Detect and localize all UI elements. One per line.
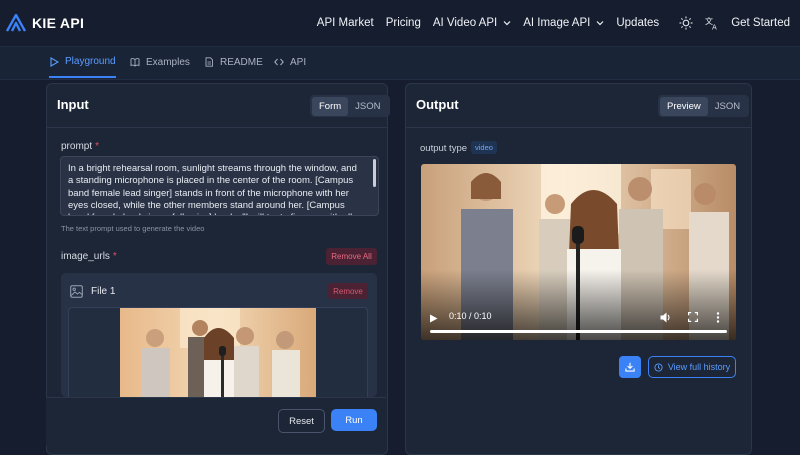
play-icon xyxy=(50,56,59,67)
nav-api-market[interactable]: API Market xyxy=(317,17,374,29)
volume-icon[interactable] xyxy=(660,312,672,323)
output-title: Output xyxy=(416,97,459,112)
output-type-badge: video xyxy=(471,141,497,154)
tab-readme-label: README xyxy=(220,56,263,68)
chevron-down-icon xyxy=(503,21,511,26)
nav-ai-image-api[interactable]: AI Image API xyxy=(523,17,604,29)
more-vertical-icon[interactable] xyxy=(716,312,720,323)
prompt-help-text: The text prompt used to generate the vid… xyxy=(61,224,205,233)
form-toggle-button[interactable]: Form xyxy=(312,96,349,116)
prompt-scrollbar[interactable] xyxy=(373,159,376,187)
document-icon xyxy=(205,57,213,67)
tab-api[interactable]: API xyxy=(274,47,306,77)
code-icon xyxy=(274,58,284,66)
kie-logo-icon xyxy=(6,14,26,32)
tab-examples[interactable]: Examples xyxy=(130,47,190,77)
prompt-text: In a bright rehearsal room, sunlight str… xyxy=(68,163,357,215)
nav-updates[interactable]: Updates xyxy=(616,17,659,29)
image-icon xyxy=(70,285,83,298)
download-icon xyxy=(625,362,635,372)
logo[interactable]: KIE API xyxy=(6,14,84,32)
translate-icon[interactable]: 文 A xyxy=(705,16,719,30)
view-full-history-label: View full history xyxy=(667,362,731,372)
nav-pricing[interactable]: Pricing xyxy=(386,17,421,29)
history-icon xyxy=(654,362,663,372)
chevron-down-icon xyxy=(596,21,604,26)
tab-api-label: API xyxy=(290,56,307,68)
fullscreen-icon[interactable] xyxy=(688,312,698,322)
tab-examples-label: Examples xyxy=(146,56,190,68)
input-view-toggle: Form JSON xyxy=(310,95,390,117)
nav-ai-video-api-label: AI Video API xyxy=(432,17,498,29)
remove-all-button[interactable]: Remove All xyxy=(326,248,377,265)
view-full-history-button[interactable]: View full history xyxy=(648,356,736,378)
nav-ai-video-api[interactable]: AI Video API xyxy=(433,17,511,29)
required-mark: * xyxy=(95,141,100,152)
prompt-label: prompt * xyxy=(61,141,99,152)
uploaded-image-thumbnail xyxy=(120,308,316,397)
download-button[interactable] xyxy=(619,356,641,378)
file-title: File 1 xyxy=(91,286,116,297)
video-player[interactable]: 0:10 / 0:10 xyxy=(421,164,736,340)
required-mark: * xyxy=(112,251,117,262)
sun-icon[interactable] xyxy=(679,16,693,30)
remove-file-button[interactable]: Remove xyxy=(328,283,368,299)
output-panel-header: Output Preview JSON xyxy=(406,84,751,128)
video-controls: 0:10 / 0:10 xyxy=(421,306,736,340)
json-toggle-button[interactable]: JSON xyxy=(708,97,747,116)
tab-readme[interactable]: README xyxy=(204,47,263,77)
video-progress-bar[interactable] xyxy=(430,330,727,333)
get-started-link[interactable]: Get Started xyxy=(731,17,790,29)
svg-text:A: A xyxy=(712,24,717,31)
file-card: File 1 Remove xyxy=(61,273,377,397)
tab-playground[interactable]: Playground xyxy=(49,47,116,78)
input-title: Input xyxy=(57,97,89,112)
image-urls-label-text: image_urls xyxy=(61,251,110,262)
run-button[interactable]: Run xyxy=(331,409,377,431)
tab-playground-label: Playground xyxy=(65,56,116,67)
book-icon xyxy=(130,58,140,67)
nav-links: API Market Pricing AI Video API AI Image… xyxy=(317,0,800,46)
output-view-toggle: Preview JSON xyxy=(658,95,750,117)
app-name: KIE API xyxy=(32,15,85,31)
reset-button[interactable]: Reset xyxy=(278,409,325,433)
output-type-label: output type xyxy=(420,143,468,154)
image-urls-label: image_urls * xyxy=(61,251,117,262)
preview-toggle-button[interactable]: Preview xyxy=(660,96,708,116)
prompt-textarea[interactable]: In a bright rehearsal room, sunlight str… xyxy=(60,156,379,216)
json-toggle-button[interactable]: JSON xyxy=(348,97,387,116)
play-icon[interactable] xyxy=(429,314,438,323)
video-time: 0:10 / 0:10 xyxy=(449,311,492,321)
tab-bar: Playground Examples README API xyxy=(0,46,800,80)
nav-ai-image-api-label: AI Image API xyxy=(523,17,591,29)
prompt-label-text: prompt xyxy=(61,141,93,152)
input-panel-header: Input Form JSON xyxy=(47,84,390,128)
top-navigation: KIE API API Market Pricing AI Video API … xyxy=(0,0,800,46)
